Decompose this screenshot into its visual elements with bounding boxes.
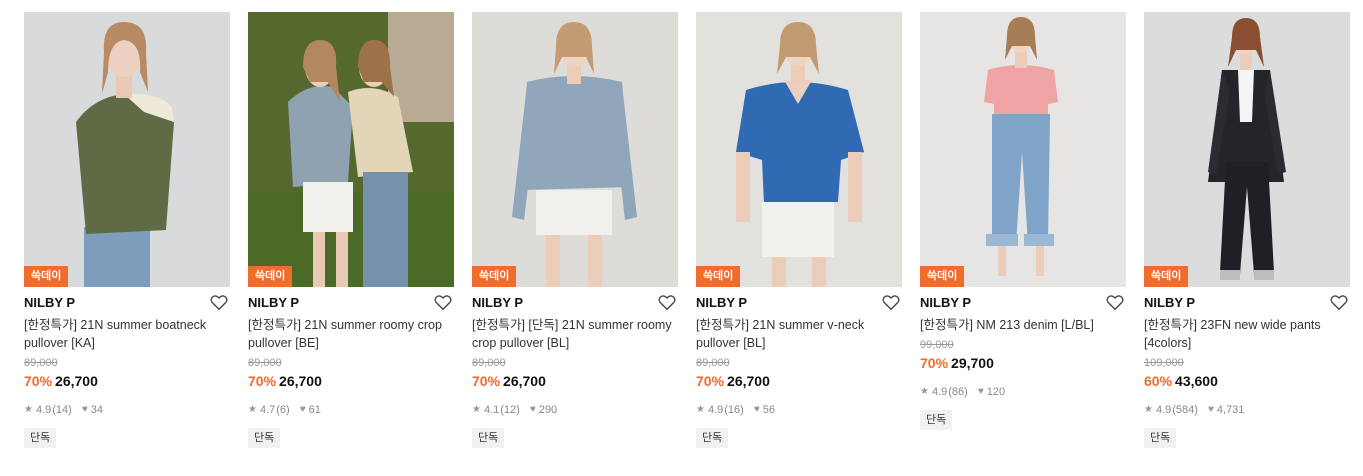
heart-icon[interactable] [1106, 294, 1124, 311]
rating: 4.9 [931, 386, 948, 398]
like-count: 56 [762, 404, 776, 416]
sale-price: 26,700 [279, 373, 322, 389]
product-image[interactable]: 쓱데이 [696, 12, 902, 287]
discount-rate: 70% [920, 355, 949, 371]
review-count: (16) [724, 404, 744, 416]
sale-price: 26,700 [55, 373, 98, 389]
product-image[interactable]: 쓱데이 [920, 12, 1126, 287]
exclusive-tag: 단독 [696, 428, 729, 448]
product-image[interactable]: 쓱데이 [472, 12, 678, 287]
heart-filled-icon: ♥ [81, 404, 88, 415]
original-price: 89,000 [24, 357, 58, 369]
promo-badge: 쓱데이 [1144, 266, 1189, 287]
original-price: 89,000 [472, 357, 506, 369]
product-title[interactable]: [한정특가] NM 213 denim [L/BL] [920, 316, 1126, 334]
product-title[interactable]: [한정특가] 23FN new wide pants [4colors] [1144, 316, 1350, 352]
like-count: 61 [308, 404, 321, 416]
brand-name[interactable]: NILBY P [696, 295, 747, 310]
product-card[interactable]: 쓱데이 NILBY P [한정특가] 21N summer boatneck p… [24, 12, 230, 448]
star-icon: ★ [1144, 404, 1153, 415]
rating: 4.9 [35, 404, 52, 416]
discount-rate: 70% [248, 373, 277, 389]
promo-badge: 쓱데이 [920, 266, 965, 287]
promo-badge: 쓱데이 [696, 266, 741, 287]
rating: 4.9 [1155, 404, 1172, 416]
rating: 4.7 [259, 404, 276, 416]
heart-filled-icon: ♥ [529, 404, 536, 415]
review-count: (12) [500, 404, 520, 416]
product-title[interactable]: [한정특가] 21N summer v-neck pullover [BL] [696, 316, 902, 352]
heart-filled-icon: ♥ [299, 404, 306, 415]
discount-rate: 70% [472, 373, 501, 389]
product-card[interactable]: 쓱데이 NILBY P [한정특가] [단독] 21N summer roomy… [472, 12, 678, 448]
heart-filled-icon: ♥ [1207, 404, 1214, 415]
sale-price: 26,700 [503, 373, 546, 389]
product-image[interactable]: 쓱데이 [248, 12, 454, 287]
heart-icon[interactable] [210, 294, 228, 311]
brand-name[interactable]: NILBY P [1144, 295, 1195, 310]
promo-badge: 쓱데이 [24, 266, 69, 287]
heart-icon[interactable] [882, 294, 900, 311]
exclusive-tag: 단독 [920, 410, 953, 430]
star-icon: ★ [920, 386, 929, 397]
heart-icon[interactable] [658, 294, 676, 311]
exclusive-tag: 단독 [24, 428, 57, 448]
discount-rate: 60% [1144, 373, 1173, 389]
review-count: (86) [948, 386, 968, 398]
discount-rate: 70% [24, 373, 53, 389]
rating: 4.1 [483, 404, 500, 416]
star-icon: ★ [696, 404, 705, 415]
discount-rate: 70% [696, 373, 725, 389]
heart-icon[interactable] [1330, 294, 1348, 311]
exclusive-tag: 단독 [248, 428, 281, 448]
brand-name[interactable]: NILBY P [472, 295, 523, 310]
star-icon: ★ [248, 404, 257, 415]
product-title[interactable]: [한정특가] 21N summer boatneck pullover [KA] [24, 316, 230, 352]
original-price: 99,000 [920, 339, 954, 351]
heart-filled-icon: ♥ [753, 404, 760, 415]
product-image[interactable]: 쓱데이 [24, 12, 230, 287]
product-card[interactable]: 쓱데이 NILBY P [한정특가] 23FN new wide pants [… [1144, 12, 1350, 448]
brand-name[interactable]: NILBY P [920, 295, 971, 310]
like-count: 34 [90, 404, 104, 416]
brand-name[interactable]: NILBY P [248, 295, 299, 310]
original-price: 89,000 [248, 357, 282, 369]
sale-price: 43,600 [1175, 373, 1218, 389]
star-icon: ★ [24, 404, 33, 415]
product-card[interactable]: 쓱데이 NILBY P [한정특가] 21N summer v-neck pul… [696, 12, 902, 448]
rating: 4.9 [707, 404, 724, 416]
review-count: (6) [276, 404, 290, 416]
promo-badge: 쓱데이 [472, 266, 517, 287]
heart-filled-icon: ♥ [977, 386, 984, 397]
exclusive-tag: 단독 [472, 428, 505, 448]
exclusive-tag: 단독 [1144, 428, 1177, 448]
like-count: 290 [538, 404, 558, 416]
sale-price: 29,700 [951, 355, 994, 371]
promo-badge: 쓱데이 [248, 266, 293, 287]
product-image[interactable]: 쓱데이 [1144, 12, 1350, 287]
brand-name[interactable]: NILBY P [24, 295, 75, 310]
review-count: (584) [1172, 404, 1198, 416]
original-price: 109,000 [1144, 357, 1184, 369]
product-card[interactable]: 쓱데이 NILBY P [한정특가] NM 213 denim [L/BL] 9… [920, 12, 1126, 430]
sale-price: 26,700 [727, 373, 770, 389]
review-count: (14) [52, 404, 72, 416]
like-count: 4,731 [1216, 404, 1245, 416]
product-card[interactable]: 쓱데이 NILBY P [한정특가] 21N summer roomy crop… [248, 12, 454, 448]
product-grid: 쓱데이 NILBY P [한정특가] 21N summer boatneck p… [0, 0, 1363, 476]
product-title[interactable]: [한정특가] [단독] 21N summer roomy crop pullov… [472, 316, 678, 352]
like-count: 120 [986, 386, 1006, 398]
original-price: 89,000 [696, 357, 730, 369]
star-icon: ★ [472, 404, 481, 415]
heart-icon[interactable] [434, 294, 452, 311]
product-title[interactable]: [한정특가] 21N summer roomy crop pullover [B… [248, 316, 454, 352]
